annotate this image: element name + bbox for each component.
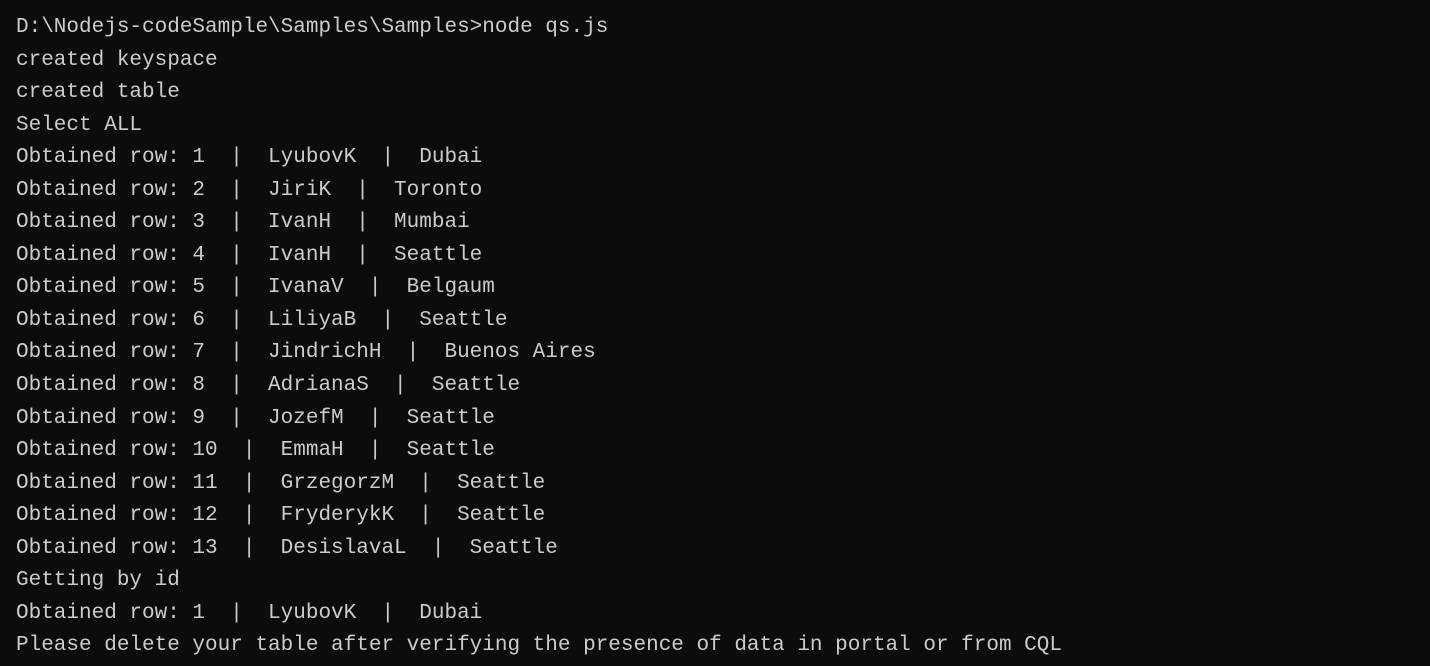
- terminal-line: Obtained row: 2 | JiriK | Toronto: [16, 175, 1414, 208]
- terminal-line: Obtained row: 4 | IvanH | Seattle: [16, 240, 1414, 273]
- terminal-line: Obtained row: 8 | AdrianaS | Seattle: [16, 370, 1414, 403]
- terminal-line: Please delete your table after verifying…: [16, 630, 1414, 663]
- terminal-line: Obtained row: 13 | DesislavaL | Seattle: [16, 533, 1414, 566]
- terminal-line: Obtained row: 5 | IvanaV | Belgaum: [16, 272, 1414, 305]
- terminal-line: Obtained row: 7 | JindrichH | Buenos Air…: [16, 337, 1414, 370]
- terminal-line: Obtained row: 9 | JozefM | Seattle: [16, 403, 1414, 436]
- terminal-line: created keyspace: [16, 45, 1414, 78]
- terminal-line: Getting by id: [16, 565, 1414, 598]
- terminal-line: created table: [16, 77, 1414, 110]
- terminal-line: Obtained row: 12 | FryderykK | Seattle: [16, 500, 1414, 533]
- terminal-line: Obtained row: 11 | GrzegorzM | Seattle: [16, 468, 1414, 501]
- terminal-line: Select ALL: [16, 110, 1414, 143]
- terminal-line: Obtained row: 6 | LiliyaB | Seattle: [16, 305, 1414, 338]
- terminal-line: D:\Nodejs-codeSample\Samples\Samples>nod…: [16, 12, 1414, 45]
- terminal-line: Obtained row: 3 | IvanH | Mumbai: [16, 207, 1414, 240]
- terminal-line: Obtained row: 1 | LyubovK | Dubai: [16, 142, 1414, 175]
- terminal-window[interactable]: D:\Nodejs-codeSample\Samples\Samples>nod…: [0, 0, 1430, 666]
- terminal-line: Obtained row: 1 | LyubovK | Dubai: [16, 598, 1414, 631]
- terminal-line: Obtained row: 10 | EmmaH | Seattle: [16, 435, 1414, 468]
